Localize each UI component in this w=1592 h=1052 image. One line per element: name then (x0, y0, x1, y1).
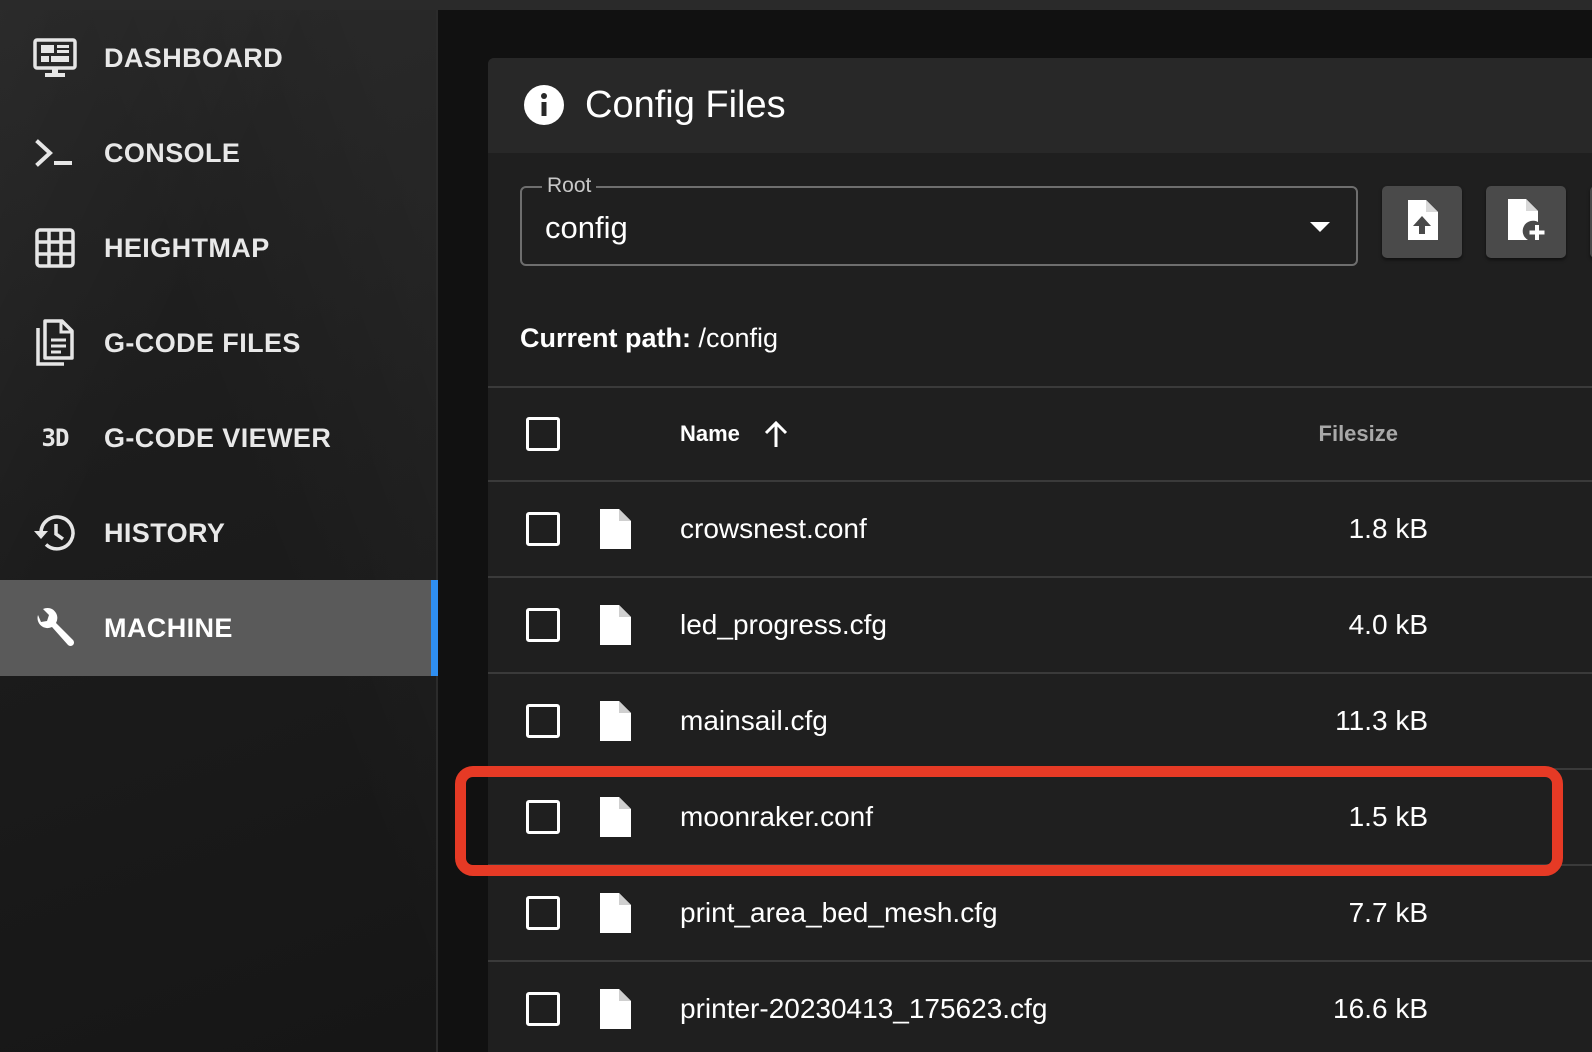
sidebar-item-gcode-files[interactable]: G-CODE FILES (0, 295, 438, 391)
file-size: 7.7 kB (1348, 897, 1428, 928)
file-icon (598, 988, 632, 1030)
sidebar-item-label: G-CODE VIEWER (104, 423, 332, 453)
console-icon (32, 131, 78, 175)
file-plus-icon (1505, 198, 1547, 247)
file-name: crowsnest.conf (680, 513, 867, 544)
file-size: 1.8 kB (1348, 513, 1428, 544)
file-name: led_progress.cfg (680, 609, 888, 640)
file-icon (598, 604, 632, 646)
file-size: 1.5 kB (1348, 801, 1428, 832)
root-select-label: Root (542, 173, 597, 199)
table-row[interactable]: crowsnest.conf 1.8 kB (488, 482, 1592, 578)
row-checkbox[interactable] (526, 704, 560, 738)
panel-header: Config Files (488, 58, 1592, 153)
sidebar-item-heightmap[interactable]: HEIGHTMAP (0, 200, 438, 296)
row-checkbox[interactable] (526, 608, 560, 642)
wrench-icon (32, 606, 78, 650)
select-all-checkbox[interactable] (526, 417, 560, 451)
history-icon (32, 511, 78, 555)
table-row[interactable]: led_progress.cfg 4.0 kB (488, 578, 1592, 674)
file-name: moonraker.conf (680, 801, 873, 832)
file-upload-icon (1405, 199, 1439, 246)
table-row[interactable]: moonraker.conf 1.5 kB (488, 770, 1592, 866)
information-icon (523, 84, 565, 126)
config-files-panel: Config Files Root config Current path: /… (488, 58, 1592, 1052)
row-checkbox[interactable] (526, 512, 560, 546)
file-name: printer-20230413_175623.cfg (680, 993, 1048, 1024)
file-size: 16.6 kB (1333, 993, 1428, 1024)
app-window: DASHBOARD CONSOLE HEIGHTMAP G-CODE FILES… (0, 0, 1592, 1052)
arrow-up-icon[interactable] (761, 419, 791, 449)
sidebar-item-label: HISTORY (104, 518, 226, 548)
column-header-filesize[interactable]: Filesize (1306, 418, 1398, 450)
row-checkbox[interactable] (526, 896, 560, 930)
file-icon (598, 796, 632, 838)
root-select[interactable]: Root config (520, 173, 1358, 266)
sidebar-item-label: MACHINE (104, 613, 233, 643)
monitor-dashboard-icon (32, 36, 78, 80)
sidebar-item-label: HEIGHTMAP (104, 233, 270, 263)
table-header: Name Filesize (488, 386, 1592, 482)
video-3d-icon: 3D (41, 424, 70, 452)
table-row[interactable]: printer-20230413_175623.cfg 16.6 kB (488, 962, 1592, 1052)
file-icon (598, 508, 632, 550)
row-checkbox[interactable] (526, 800, 560, 834)
row-checkbox[interactable] (526, 992, 560, 1026)
panel-title: Config Files (585, 84, 786, 126)
file-document-multiple-icon (32, 319, 78, 366)
table-row[interactable]: mainsail.cfg 11.3 kB (488, 674, 1592, 770)
sidebar-item-label: CONSOLE (104, 138, 241, 168)
current-path: Current path: /config (520, 320, 778, 356)
table-row[interactable]: print_area_bed_mesh.cfg 7.7 kB (488, 866, 1592, 962)
file-icon (598, 892, 632, 934)
current-path-value: /config (698, 323, 779, 353)
upload-file-button[interactable] (1382, 186, 1462, 258)
sidebar-item-gcode-viewer[interactable]: 3D G-CODE VIEWER (0, 390, 438, 486)
sidebar-item-history[interactable]: HISTORY (0, 485, 438, 581)
sidebar-item-console[interactable]: CONSOLE (0, 105, 438, 201)
file-icon (598, 700, 632, 742)
file-size: 4.0 kB (1348, 609, 1428, 640)
sidebar-item-label: DASHBOARD (104, 43, 284, 73)
file-name: print_area_bed_mesh.cfg (680, 897, 998, 928)
file-name: mainsail.cfg (680, 705, 828, 736)
root-select-value: config (545, 210, 628, 245)
column-header-name[interactable]: Name (680, 418, 740, 450)
current-path-label: Current path: (520, 323, 691, 353)
grid-icon (32, 226, 78, 270)
create-file-button[interactable] (1486, 186, 1566, 258)
chevron-down-icon (1310, 222, 1330, 232)
sidebar-item-dashboard[interactable]: DASHBOARD (0, 10, 438, 106)
sidebar-item-machine[interactable]: MACHINE (0, 580, 438, 676)
sidebar: DASHBOARD CONSOLE HEIGHTMAP G-CODE FILES… (0, 10, 438, 1052)
file-size: 11.3 kB (1335, 705, 1428, 736)
sidebar-item-label: G-CODE FILES (104, 328, 301, 358)
top-bar (0, 0, 1592, 10)
